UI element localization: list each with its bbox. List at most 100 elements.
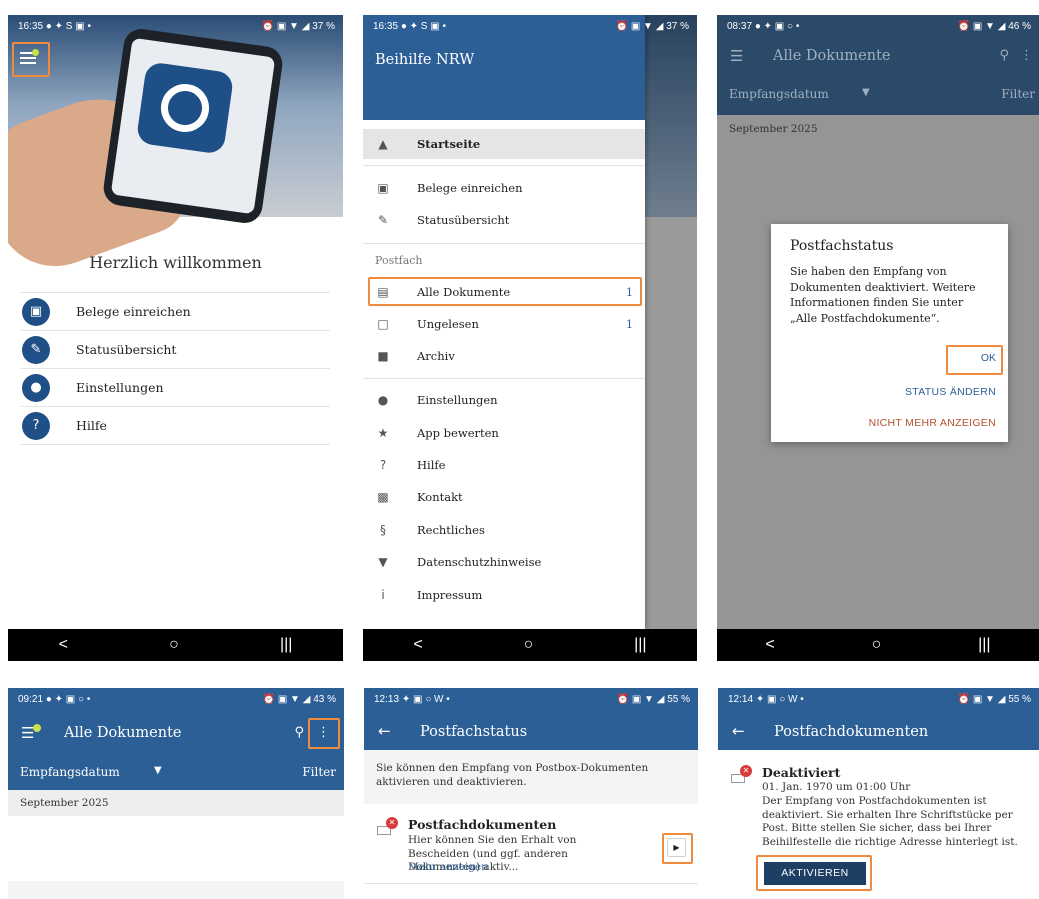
menu-item-status[interactable]: ✎ Statusübersicht <box>21 331 330 369</box>
status-right-icons: ⏰ ▣ ▼ ◢ <box>262 693 311 705</box>
screen-drawer: Beihilfe NRW ▲ Startseite ▣ Belege einre… <box>363 15 697 661</box>
home-menu: ▣ Belege einreichen ✎ Statusübersicht ● … <box>21 292 330 445</box>
filter-button[interactable]: Filter <box>302 765 336 779</box>
shield-icon: ▼ <box>378 555 388 569</box>
document-edit-icon: ✎ <box>377 213 389 227</box>
nav-back-button[interactable]: < <box>59 636 68 654</box>
camera-add-icon: ▣ <box>377 181 389 195</box>
status-time: 09:21 <box>18 693 44 705</box>
document-edit-icon: ✎ <box>22 335 50 364</box>
drawer-scrim[interactable] <box>645 15 697 629</box>
android-nav-bar: < ○ ||| <box>717 629 1039 661</box>
dont-show-again-button[interactable]: NICHT MEHR ANZEIGEN <box>869 417 996 429</box>
drawer-item-label: Hilfe <box>417 458 446 472</box>
status-time: 16:35 <box>18 20 44 32</box>
status-bar: 12:14 ✦ ▣ ○ W • ⏰ ▣ ▼ ◢ 55 % <box>718 688 1039 710</box>
unread-count: 1 <box>626 317 633 331</box>
divider <box>363 165 645 166</box>
status-right-icons: ⏰ ▣ ▼ ◢ <box>957 693 1006 705</box>
status-left-icons: ● ✦ S ▣ • <box>45 20 91 32</box>
list-footer <box>8 881 344 899</box>
chevron-down-icon: ▼ <box>154 765 162 776</box>
status-bar: 16:35 ● ✦ S ▣ • ⏰ ▣ ▼ ◢ 37 % <box>363 15 697 37</box>
status-time: 12:13 <box>374 693 400 705</box>
sort-dropdown[interactable]: Empfangsdatum <box>20 765 120 779</box>
menu-item-label: Statusübersicht <box>76 342 177 357</box>
drawer-item-belege[interactable]: ▣ Belege einreichen <box>363 173 645 203</box>
status-left-icons: ✦ ▣ ○ W • <box>755 693 804 705</box>
status-bar: 16:35 ● ✦ S ▣ • ⏰ ▣ ▼ ◢ 37 % <box>8 15 343 37</box>
menu-item-einstellungen[interactable]: ● Einstellungen <box>21 369 330 407</box>
intro-text: Sie können den Empfang von Postbox-Dokum… <box>376 762 649 788</box>
drawer-item-einstellungen[interactable]: ● Einstellungen <box>363 385 645 415</box>
screen-postfach-dialog: ☰ Alle Dokumente ⚲ ⋮ Empfangsdatum ▼ Fil… <box>717 15 1039 661</box>
filter-button[interactable]: Filter <box>1001 87 1035 101</box>
sort-dropdown[interactable]: Empfangsdatum <box>729 87 829 101</box>
menu-item-belege[interactable]: ▣ Belege einreichen <box>21 293 330 331</box>
screen-alle-dokumente: ☰ Alle Dokumente ⚲ ⋮ Empfangsdatum ▼ Fil… <box>8 688 344 899</box>
status-bar: 09:21 ● ✦ ▣ ○ • ⏰ ▣ ▼ ◢ 43 % <box>8 688 344 710</box>
battery-level: 37 % <box>666 20 689 32</box>
error-icon: ✕ <box>386 817 398 829</box>
back-arrow-icon[interactable]: ← <box>732 722 745 740</box>
nav-recent-button[interactable]: ||| <box>280 636 292 654</box>
drawer-item-app-bewerten[interactable]: ★ App bewerten <box>363 418 645 448</box>
welcome-heading: Herzlich willkommen <box>89 253 262 272</box>
highlight-activate <box>756 855 872 891</box>
search-icon[interactable]: ⚲ <box>999 48 1009 63</box>
help-icon: ? <box>379 458 387 472</box>
drawer-item-kontakt[interactable]: ▩ Kontakt <box>363 482 645 512</box>
drawer-item-hilfe[interactable]: ? Hilfe <box>363 450 645 480</box>
android-nav-bar: < ○ ||| <box>363 629 697 661</box>
drawer-item-label: Ungelesen <box>417 317 479 331</box>
change-status-button[interactable]: STATUS ÄNDERN <box>905 386 996 398</box>
drawer-item-startseite[interactable]: ▲ Startseite <box>363 129 645 159</box>
drawer-item-rechtliches[interactable]: § Rechtliches <box>363 515 645 545</box>
unread-document-icon: □ <box>377 317 389 331</box>
hamburger-menu-icon[interactable]: ☰ <box>730 47 743 65</box>
dialog-message: Sie haben den Empfang von Dokumenten dea… <box>790 265 976 325</box>
screen-postfachstatus: ← Postfachstatus 12:13 ✦ ▣ ○ W • ⏰ ▣ ▼ ◢… <box>364 688 698 899</box>
drawer-item-impressum[interactable]: i Impressum <box>363 580 645 610</box>
hero-image <box>8 15 343 283</box>
month-header: September 2025 <box>729 123 818 135</box>
status-bar: 12:13 ✦ ▣ ○ W • ⏰ ▣ ▼ ◢ 55 % <box>364 688 698 710</box>
nav-home-button[interactable]: ○ <box>524 636 534 654</box>
page-title: Alle Dokumente <box>64 725 182 741</box>
back-arrow-icon[interactable]: ← <box>378 722 391 740</box>
menu-item-hilfe[interactable]: ? Hilfe <box>21 407 330 445</box>
search-icon[interactable]: ⚲ <box>294 725 304 740</box>
intro-section: Sie können den Empfang von Postbox-Dokum… <box>364 750 698 804</box>
help-icon: ? <box>22 411 50 440</box>
nav-home-button[interactable]: ○ <box>872 636 882 654</box>
status-left-icons: ● ✦ ▣ ○ • <box>45 693 91 705</box>
highlight-more-options <box>308 718 340 749</box>
drawer-item-datenschutz[interactable]: ▼ Datenschutzhinweise <box>363 547 645 577</box>
more-options-icon[interactable]: ⋮ <box>1020 48 1033 63</box>
postfach-item[interactable]: ✕ Postfachdokumenten Hier können Sie den… <box>364 804 698 884</box>
status-bar: 08:37 ● ✦ ▣ ○ • ⏰ ▣ ▼ ◢ 46 % <box>717 15 1039 37</box>
drawer-item-ungelesen[interactable]: □ Ungelesen 1 <box>363 309 645 339</box>
menu-item-label: Belege einreichen <box>76 304 191 319</box>
nav-recent-button[interactable]: ||| <box>978 636 990 654</box>
divider <box>363 378 645 379</box>
item-title: Postfachdokumenten <box>408 817 557 832</box>
status-description: Der Empfang von Postfachdokumenten ist d… <box>762 795 1018 848</box>
person-icon: ● <box>22 373 50 402</box>
nav-home-button[interactable]: ○ <box>169 636 179 654</box>
drawer-item-status[interactable]: ✎ Statusübersicht <box>363 205 645 235</box>
person-icon: ● <box>377 393 389 407</box>
screen-postfachdokumenten: ← Postfachdokumenten 12:14 ✦ ▣ ○ W • ⏰ ▣… <box>718 688 1039 899</box>
nav-recent-button[interactable]: ||| <box>634 636 646 654</box>
status-title: Deaktiviert <box>762 765 841 780</box>
drawer-item-archiv[interactable]: ■ Archiv <box>363 341 645 371</box>
nav-back-button[interactable]: < <box>413 636 422 654</box>
nav-back-button[interactable]: < <box>765 636 774 654</box>
status-right-icons: ⏰ ▣ ▼ ◢ <box>261 20 310 32</box>
show-more-link[interactable]: Mehr anzeigen <box>408 861 488 873</box>
notification-dot <box>33 724 41 732</box>
month-header: September 2025 <box>20 797 109 809</box>
battery-level: 55 % <box>667 693 690 705</box>
divider <box>363 243 645 244</box>
status-time: 08:37 <box>727 20 753 32</box>
